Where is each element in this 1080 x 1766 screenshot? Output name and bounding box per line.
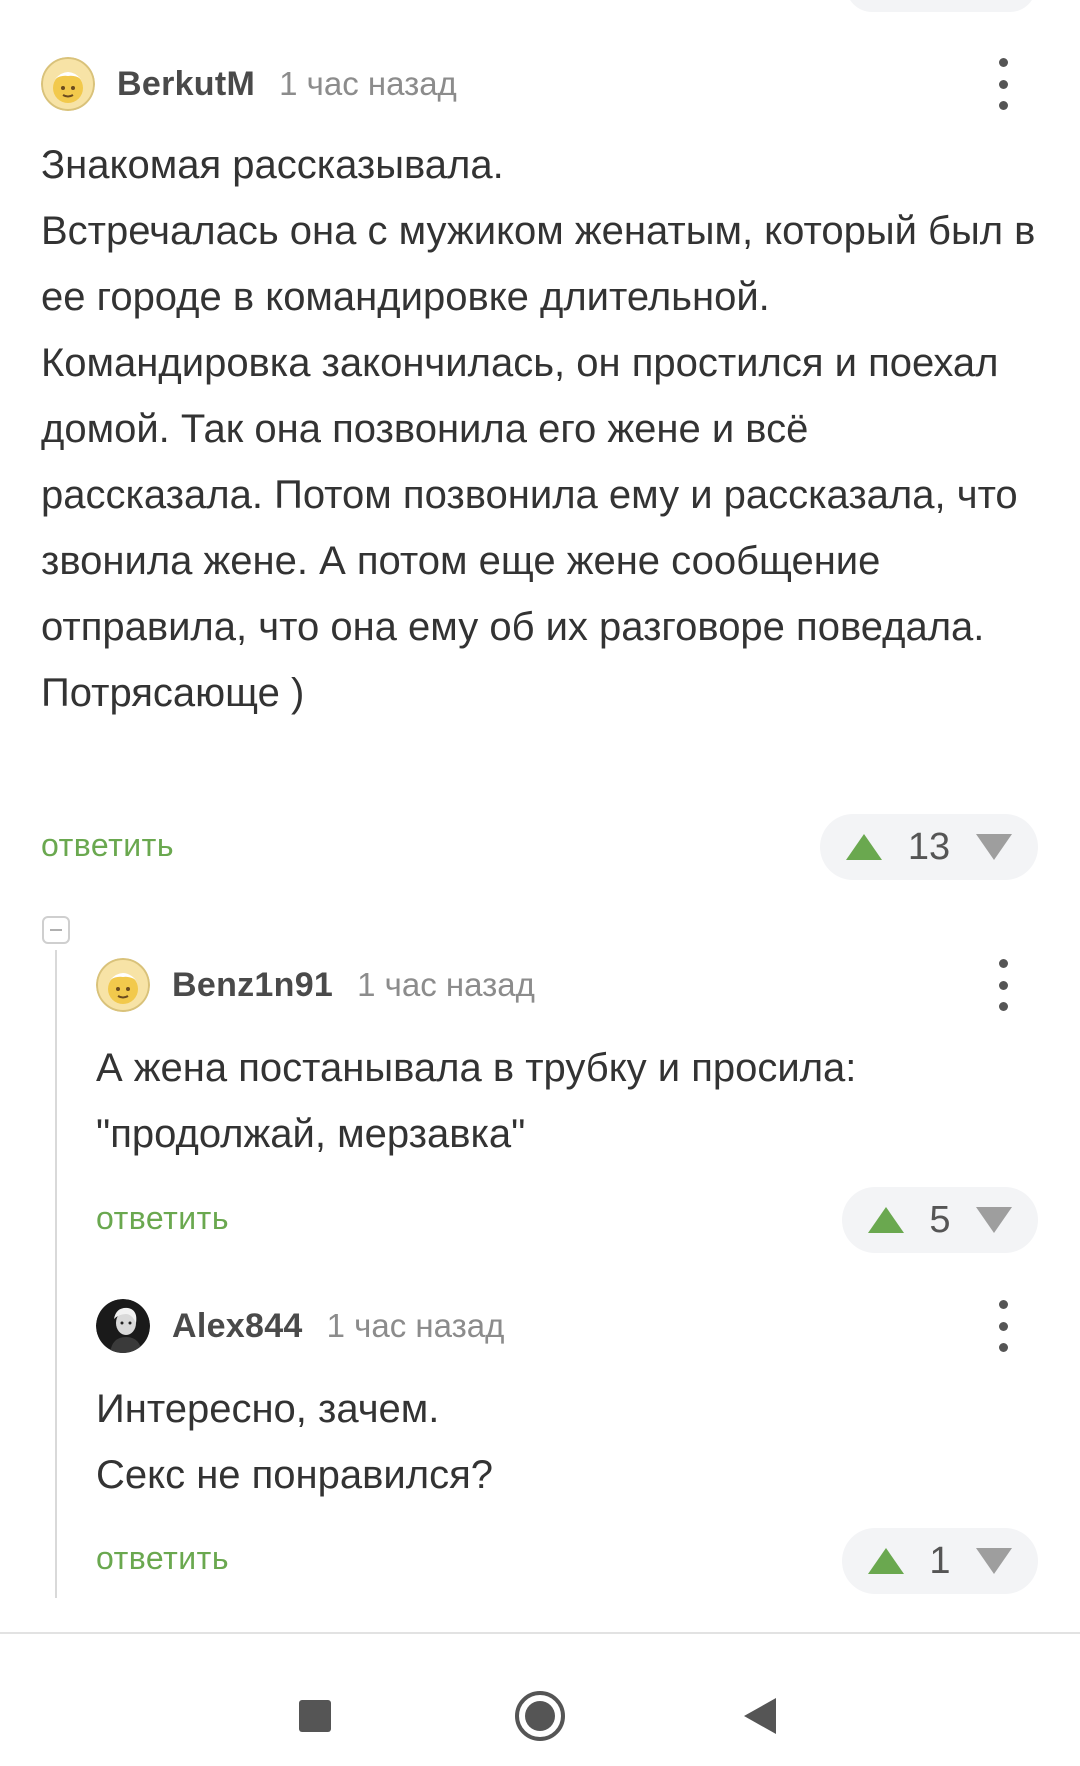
thread-line <box>55 950 57 1598</box>
rating-value: 5 <box>929 1198 951 1241</box>
username[interactable]: BerkutM <box>117 65 255 104</box>
comment-header: BerkutM 1 час назад <box>41 54 457 114</box>
comment-text: Знакомая рассказывала. Встречалась она с… <box>41 143 1036 715</box>
triangle-up-icon[interactable] <box>866 1541 906 1581</box>
triangle-up-icon[interactable] <box>866 1200 906 1240</box>
timestamp: 1 час назад <box>279 65 457 102</box>
triangle-down-icon[interactable] <box>974 1541 1014 1581</box>
triangle-left-icon[interactable] <box>730 1686 790 1746</box>
circle-icon[interactable] <box>510 1686 570 1746</box>
rating-value: 1 <box>929 1539 951 1582</box>
comment-text: Интересно, зачем. Секс не понравился? <box>96 1387 493 1497</box>
system-navigation-bar <box>0 1634 1080 1766</box>
more-options-button[interactable] <box>988 955 1018 1015</box>
collapse-thread-button[interactable] <box>42 916 70 944</box>
rating-widget: 1 <box>842 1528 1038 1594</box>
more-options-button[interactable] <box>988 54 1018 114</box>
previous-rating-pill <box>846 0 1036 12</box>
minus-icon <box>50 929 62 931</box>
triangle-down-icon[interactable] <box>974 1200 1014 1240</box>
avatar[interactable] <box>96 958 150 1012</box>
rating-widget: 5 <box>842 1187 1038 1253</box>
avatar[interactable] <box>96 1299 150 1353</box>
reply-button[interactable]: ответить <box>96 1540 229 1577</box>
comment-text: А жена постанывала в трубку и просила: "… <box>96 1046 868 1156</box>
timestamp: 1 час назад <box>326 1307 505 1344</box>
rating-value: 13 <box>907 825 951 868</box>
username[interactable]: Benz1n91 <box>172 966 333 1005</box>
square-icon[interactable] <box>285 1686 345 1746</box>
comment-header: Alex844 1 час назад <box>96 1296 504 1356</box>
timestamp: 1 час назад <box>357 966 535 1003</box>
reply-button[interactable]: ответить <box>41 827 174 864</box>
triangle-up-icon[interactable] <box>844 827 884 867</box>
vertical-dots-icon <box>998 58 1008 67</box>
vertical-dots-icon <box>998 1300 1008 1309</box>
username[interactable]: Alex844 <box>172 1307 303 1346</box>
reply-button[interactable]: ответить <box>96 1200 229 1237</box>
more-options-button[interactable] <box>988 1296 1018 1356</box>
vertical-dots-icon <box>998 959 1008 968</box>
rating-widget: 13 <box>820 814 1038 880</box>
comment-header: Benz1n91 1 час назад <box>96 955 535 1015</box>
triangle-down-icon[interactable] <box>974 827 1014 867</box>
avatar[interactable] <box>41 57 95 111</box>
